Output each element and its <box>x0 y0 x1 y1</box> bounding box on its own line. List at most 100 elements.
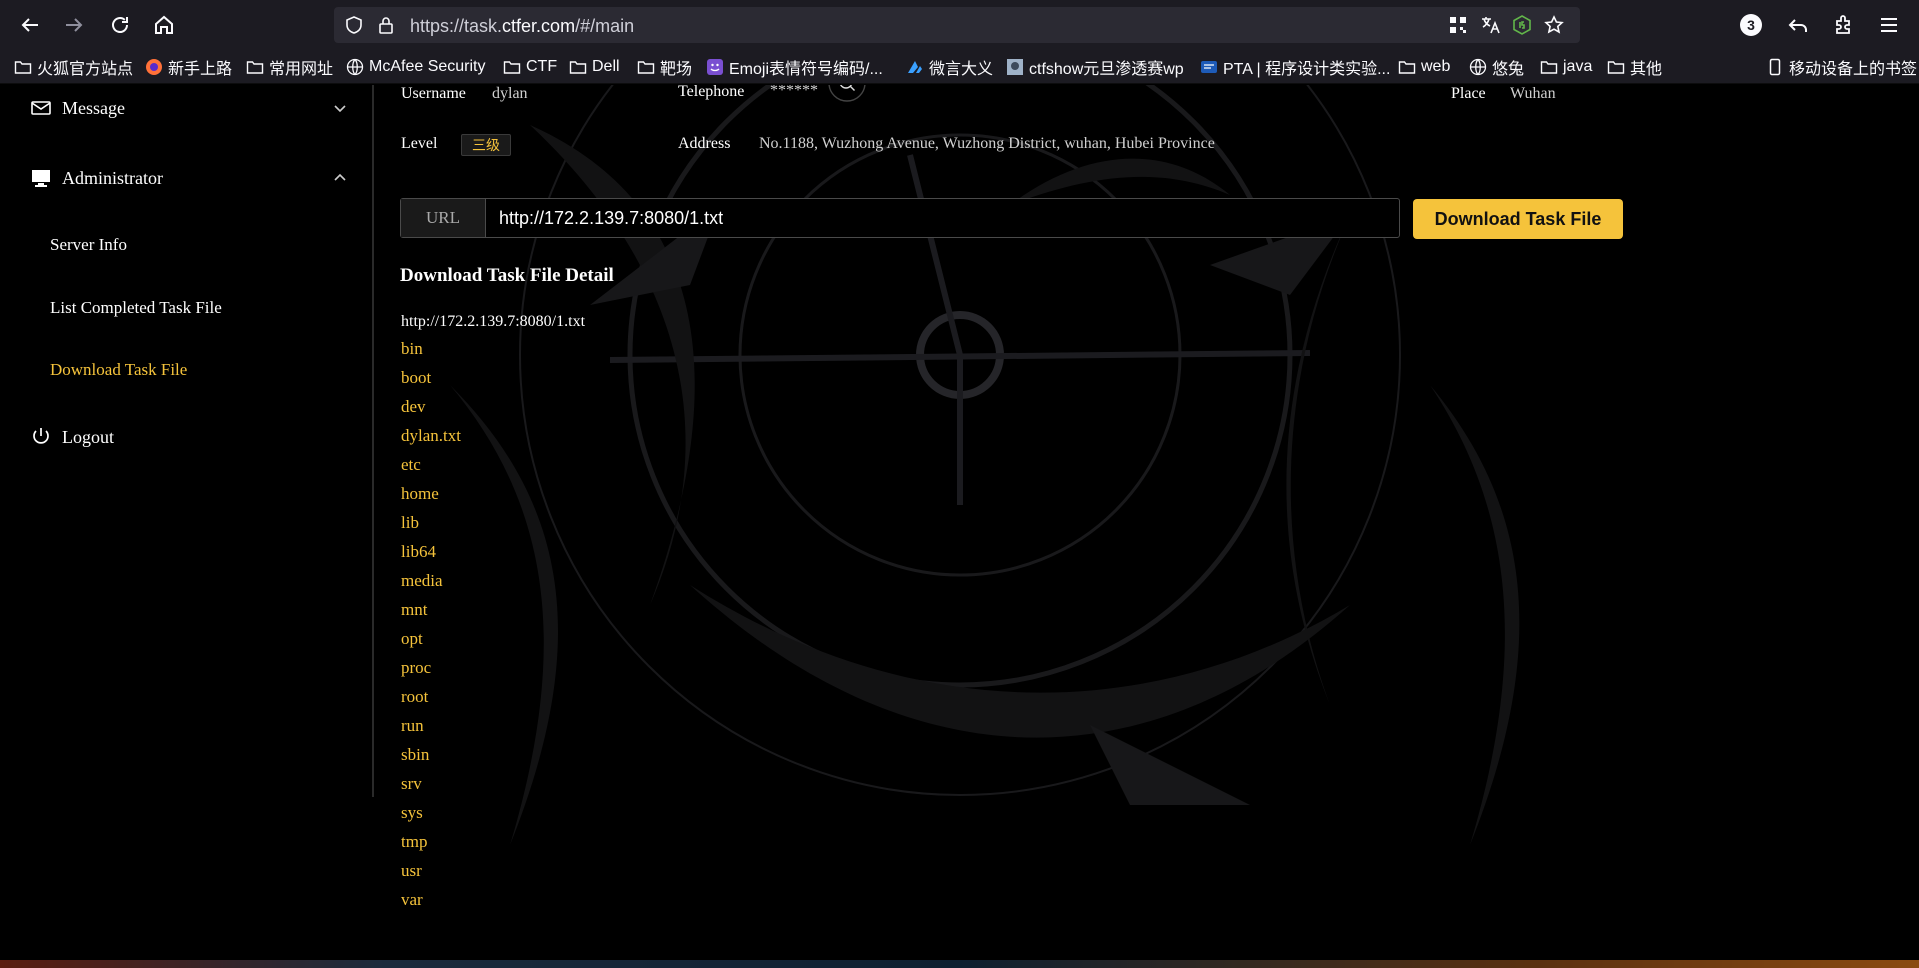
bookmark-label: 火狐官方站点 <box>37 61 134 78</box>
file-list-item[interactable]: boot <box>401 368 461 397</box>
telephone-value: ****** <box>770 85 818 99</box>
file-list-item[interactable]: usr <box>401 861 461 890</box>
qr-code-icon[interactable] <box>1448 15 1468 35</box>
sidebar-item-administrator[interactable]: Administrator <box>30 166 163 190</box>
shield-icon[interactable] <box>344 15 364 35</box>
bookmark-label: 悠兔 <box>1492 61 1525 78</box>
file-list-item[interactable]: lib <box>401 513 461 542</box>
emoji-icon <box>706 58 724 76</box>
file-list-item[interactable]: opt <box>401 629 461 658</box>
bookmark-link[interactable]: 微言大义 <box>906 57 994 78</box>
url-text[interactable]: https://task.ctfer.com/#/main <box>410 16 634 37</box>
menu-hamburger-icon[interactable] <box>1877 13 1901 37</box>
folder-icon <box>569 58 587 76</box>
file-list-item[interactable]: bin <box>401 339 461 368</box>
download-task-file-button[interactable]: Download Task File <box>1413 199 1623 239</box>
address-bar[interactable]: https://task.ctfer.com/#/main <box>334 7 1580 43</box>
place-label: Place <box>1451 85 1486 102</box>
page-content: Message Administrator Server Info List C… <box>0 85 1919 968</box>
sidebar-item-label: Administrator <box>62 167 163 188</box>
bookmark-label: 微言大义 <box>929 61 994 78</box>
tab-count-badge[interactable]: 3 <box>1740 14 1762 36</box>
search-icon[interactable] <box>827 85 867 103</box>
file-list-item[interactable]: proc <box>401 658 461 687</box>
sidebar-item-label: Logout <box>62 426 114 447</box>
sidebar-item-server-info[interactable]: Server Info <box>50 235 127 255</box>
bookmark-label: 常用网址 <box>269 61 334 78</box>
bookmarks-bar: 火狐官方站点 新手上路 常用网址 McAfee Security CTF Del… <box>0 50 1919 84</box>
address-label: Address <box>678 135 731 152</box>
url-input-group: URL <box>400 198 1400 238</box>
extensions-icon[interactable] <box>1832 13 1856 37</box>
bookmark-folder[interactable]: 火狐官方站点 <box>14 57 134 78</box>
browser-toolbar: https://task.ctfer.com/#/main 3 <box>0 0 1919 50</box>
file-list-item[interactable]: root <box>401 687 461 716</box>
bookmark-label: 移动设备上的书签 <box>1789 61 1918 78</box>
nodejs-extension-icon[interactable] <box>1512 15 1532 35</box>
bookmark-star-icon[interactable] <box>1544 15 1564 35</box>
undo-icon[interactable] <box>1786 13 1810 37</box>
sidebar: Message Administrator Server Info List C… <box>0 85 374 797</box>
reload-icon[interactable] <box>108 13 132 37</box>
file-list-item[interactable]: mnt <box>401 600 461 629</box>
chevron-down-icon[interactable] <box>332 100 348 116</box>
bookmark-link[interactable]: McAfee Security <box>346 57 485 77</box>
bookmark-label: Emoji表情符号编码/... <box>729 61 883 78</box>
file-list-item[interactable]: home <box>401 484 461 513</box>
sidebar-item-download-task-file[interactable]: Download Task File <box>50 360 187 380</box>
file-list-item[interactable]: dylan.txt <box>401 426 461 455</box>
bookmark-link[interactable]: 新手上路 <box>145 57 232 78</box>
file-list-item[interactable]: dev <box>401 397 461 426</box>
bookmark-folder[interactable]: Dell <box>569 57 620 77</box>
chevron-up-icon[interactable] <box>332 170 348 186</box>
mobile-bookmarks[interactable]: 移动设备上的书签 <box>1766 57 1918 78</box>
file-list-item[interactable]: etc <box>401 455 461 484</box>
file-list-item[interactable]: lib64 <box>401 542 461 571</box>
bookmark-label: ctfshow元旦渗透赛wp <box>1029 61 1184 78</box>
file-list-item[interactable]: sys <box>401 803 461 832</box>
url-prefix-text: https://task. <box>410 16 503 36</box>
folder-icon <box>14 58 32 76</box>
file-list-item[interactable]: var <box>401 890 461 919</box>
file-list-item[interactable]: run <box>401 716 461 745</box>
bookmark-label: 靶场 <box>660 61 693 78</box>
file-list-item[interactable]: sbin <box>401 745 461 774</box>
folder-icon <box>1398 58 1416 76</box>
username-label: Username <box>401 85 466 102</box>
folder-icon <box>637 58 655 76</box>
mobile-device-icon <box>1766 58 1784 76</box>
home-icon[interactable] <box>152 13 176 37</box>
bookmark-label: Dell <box>592 58 620 75</box>
bookmark-folder[interactable]: web <box>1398 57 1450 77</box>
bookmark-label: McAfee Security <box>369 58 486 75</box>
bookmark-folder[interactable]: java <box>1540 57 1592 77</box>
translate-icon[interactable] <box>1480 15 1500 35</box>
bookmark-link[interactable]: ctfshow元旦渗透赛wp <box>1006 57 1184 78</box>
folder-icon <box>503 58 521 76</box>
sidebar-item-label: Message <box>62 97 125 118</box>
lock-icon[interactable] <box>376 15 396 35</box>
sidebar-item-logout[interactable]: Logout <box>30 425 114 449</box>
url-path-text: /#/main <box>575 16 635 36</box>
bookmark-folder[interactable]: 靶场 <box>637 57 693 78</box>
site-icon <box>1006 58 1024 76</box>
file-list-item[interactable]: srv <box>401 774 461 803</box>
bookmark-label: 其他 <box>1630 61 1663 78</box>
bookmark-folder[interactable]: 常用网址 <box>246 57 334 78</box>
url-input[interactable] <box>487 199 1397 237</box>
taskbar-strip <box>0 960 1919 968</box>
bookmark-folder[interactable]: 其他 <box>1607 57 1663 78</box>
bookmark-folder[interactable]: CTF <box>503 57 557 77</box>
file-list-item[interactable]: tmp <box>401 832 461 861</box>
bookmark-link[interactable]: 悠兔 <box>1469 57 1525 78</box>
bookmark-link[interactable]: Emoji表情符号编码/... <box>706 57 883 78</box>
bookmark-link[interactable]: PTA | 程序设计类实验... <box>1200 57 1390 78</box>
file-list: bin boot dev dylan.txt etc home lib lib6… <box>401 339 461 919</box>
back-arrow-icon[interactable] <box>18 13 42 37</box>
sidebar-item-message[interactable]: Message <box>30 96 125 120</box>
globe-icon <box>1469 58 1487 76</box>
address-value: No.1188, Wuzhong Avenue, Wuzhong Distric… <box>759 135 1215 152</box>
forward-arrow-icon[interactable] <box>62 13 86 37</box>
file-list-item[interactable]: media <box>401 571 461 600</box>
sidebar-item-list-completed-task-file[interactable]: List Completed Task File <box>50 298 222 318</box>
